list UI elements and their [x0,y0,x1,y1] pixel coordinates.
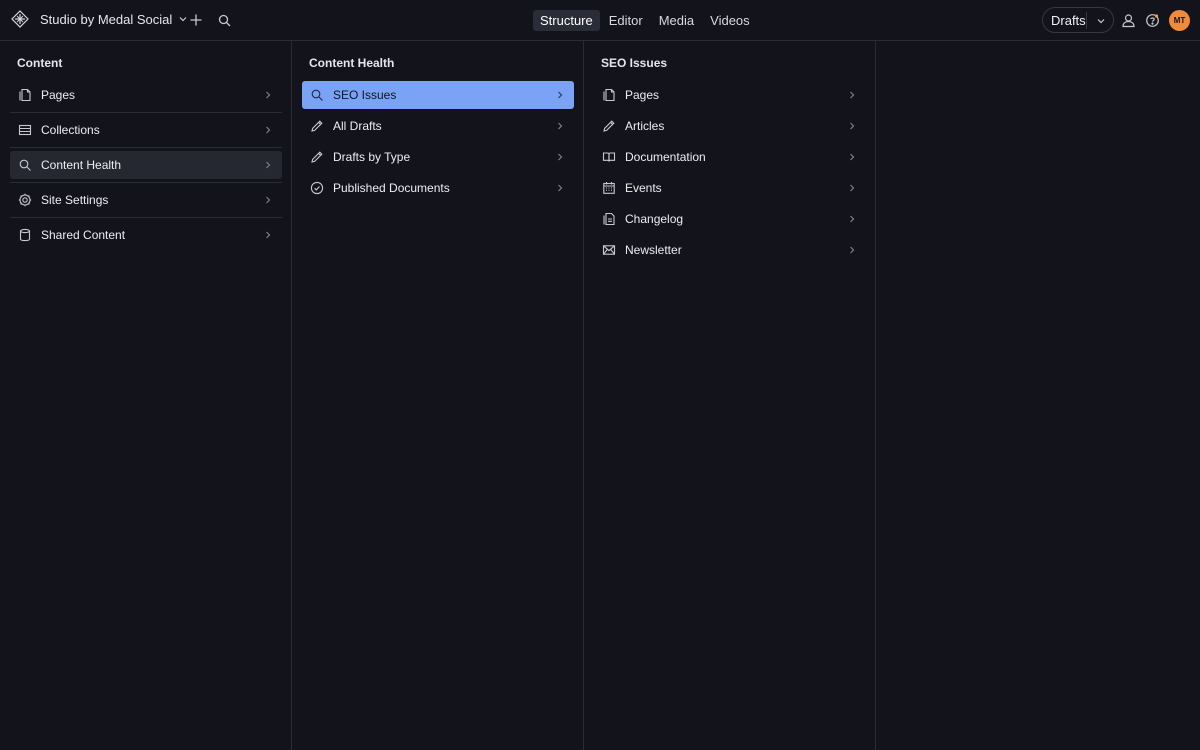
list-item-label: Shared Content [41,228,126,242]
list-item-shared-content[interactable]: Shared Content [10,221,282,249]
list-item-pages[interactable]: Pages [10,81,282,109]
list-item-collections[interactable]: Collections [10,116,282,144]
plus-icon [189,13,203,27]
avatar[interactable]: MT [1169,10,1190,31]
chevron-right-icon [848,121,856,131]
list-item-site-settings[interactable]: Site Settings [10,186,282,214]
list-item-label: Content Health [41,158,122,172]
chevron-right-icon [556,121,564,131]
pencil-icon [310,150,324,164]
list-item-label: Articles [625,119,665,133]
list-item-label: Collections [41,123,100,137]
envelope-icon [602,243,616,257]
search-icon [218,14,231,27]
pane-content-health: Content Health SEO Issues All Drafts Dra… [292,41,584,750]
tab-videos[interactable]: Videos [703,10,757,31]
pane-title: SEO Issues [601,56,668,70]
workspace-title: Studio by Medal Social [40,11,173,27]
document-icon [602,88,616,102]
list-item-label: Events [625,181,662,195]
pencil-icon [310,119,324,133]
divider [10,147,282,148]
list-item-label: SEO Issues [333,88,397,102]
chevron-right-icon [264,160,272,170]
list-item-label: Documentation [625,150,706,164]
list-item-published-documents[interactable]: Published Documents [302,174,574,202]
help-icon [1145,13,1160,28]
calendar-icon [602,181,616,195]
list-item-documentation[interactable]: Documentation [594,143,866,171]
list-item-label: Site Settings [41,193,109,207]
list-item-articles[interactable]: Articles [594,112,866,140]
list-icon [18,123,32,137]
search-icon [18,158,32,172]
perspective-select[interactable]: Drafts [1042,7,1114,33]
list-item-label: Published Documents [333,181,450,195]
list-item-drafts-by-type[interactable]: Drafts by Type [302,143,574,171]
divider [10,182,282,183]
divider [10,112,282,113]
pane-list: SEO Issues All Drafts Drafts by Type Pub… [302,81,574,205]
list-item-label: Pages [41,88,76,102]
list-item-seo-issues[interactable]: SEO Issues [302,81,574,109]
workspace-switcher[interactable]: Studio by Medal Social [11,10,188,28]
divider [10,217,282,218]
chevron-right-icon [264,125,272,135]
list-item-all-drafts[interactable]: All Drafts [302,112,574,140]
list-item-label: All Drafts [333,119,382,133]
pane-seo-issues: SEO Issues Pages Articles Documentation [584,41,876,750]
chevron-right-icon [556,152,564,162]
tab-structure[interactable]: Structure [533,10,600,31]
tab-editor[interactable]: Editor [602,10,650,31]
chevron-right-icon [264,90,272,100]
pane-title: Content Health [309,56,395,70]
chevron-right-icon [556,90,564,100]
select-divider [1086,12,1087,29]
pane-title: Content [17,56,63,70]
top-bar: Studio by Medal Social Structure Editor … [0,0,1200,41]
list-item-label: Drafts by Type [333,150,411,164]
list-item-pages[interactable]: Pages [594,81,866,109]
list-item-content-health[interactable]: Content Health [10,151,282,179]
main-nav: Structure Editor Media Videos [533,10,757,31]
users-icon [1121,13,1136,28]
chevron-right-icon [848,214,856,224]
list-item-newsletter[interactable]: Newsletter [594,236,866,264]
perspective-select-label: Drafts [1051,12,1086,28]
pane-list: Pages Collections Content Health Site Se… [10,81,282,249]
search-icon [310,88,324,102]
tab-media[interactable]: Media [652,10,701,31]
create-new-button[interactable] [187,11,205,29]
search-button[interactable] [215,11,233,29]
help-button[interactable] [1143,11,1161,29]
chevron-down-icon [1096,16,1106,26]
gear-icon [18,193,32,207]
list-item-events[interactable]: Events [594,174,866,202]
list-item-label: Newsletter [625,243,682,257]
pane-content: Content Pages Collections Content Health… [0,41,292,750]
studio-logo-icon [11,10,29,28]
presence-button[interactable] [1119,11,1137,29]
book-icon [602,150,616,164]
list-item-label: Pages [625,88,660,102]
chevron-right-icon [848,245,856,255]
pane-list: Pages Articles Documentation Events Chan… [594,81,866,267]
check-circle-icon [310,181,324,195]
list-item-changelog[interactable]: Changelog [594,205,866,233]
chevron-right-icon [848,90,856,100]
chevron-right-icon [556,183,564,193]
list-item-label: Changelog [625,212,684,226]
chevron-right-icon [848,183,856,193]
chevron-right-icon [264,230,272,240]
database-icon [18,228,32,242]
chevron-right-icon [848,152,856,162]
chevron-right-icon [264,195,272,205]
document-icon [18,88,32,102]
pencil-icon [602,119,616,133]
document-text-icon [602,212,616,226]
